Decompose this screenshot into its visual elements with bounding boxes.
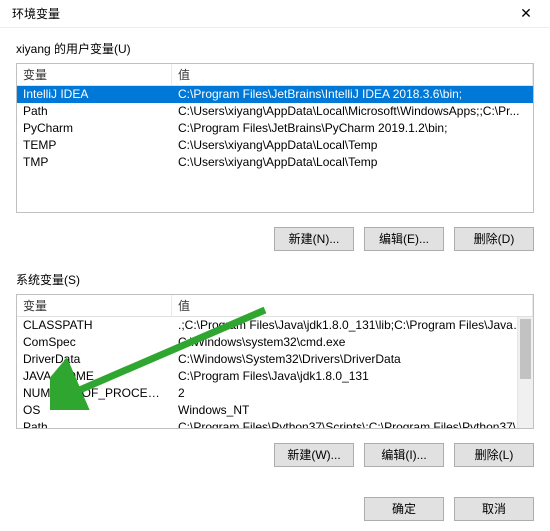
- edit-user-var-button[interactable]: 编辑(E)...: [364, 227, 444, 251]
- dialog-titlebar: 环境变量 ✕: [0, 0, 550, 28]
- var-value-cell: 2: [172, 385, 533, 402]
- column-header-value[interactable]: 值: [172, 295, 533, 316]
- var-name-cell: TEMP: [17, 137, 172, 154]
- system-variables-list[interactable]: 变量 值 CLASSPATH.;C:\Program Files\Java\jd…: [16, 294, 534, 429]
- table-row[interactable]: PyCharmC:\Program Files\JetBrains\PyChar…: [17, 120, 533, 137]
- list-header: 变量 值: [17, 295, 533, 317]
- table-row[interactable]: TMPC:\Users\xiyang\AppData\Local\Temp: [17, 154, 533, 171]
- var-name-cell: JAVA_HOME: [17, 368, 172, 385]
- var-name-cell: DriverData: [17, 351, 172, 368]
- delete-system-var-button[interactable]: 删除(L): [454, 443, 534, 467]
- user-buttons-row: 新建(N)... 编辑(E)... 删除(D): [0, 223, 550, 259]
- list-body: CLASSPATH.;C:\Program Files\Java\jdk1.8.…: [17, 317, 533, 429]
- column-header-name[interactable]: 变量: [17, 64, 172, 85]
- var-value-cell: C:\Program Files\JetBrains\IntelliJ IDEA…: [172, 86, 533, 103]
- new-system-var-button[interactable]: 新建(W)...: [274, 443, 354, 467]
- var-name-cell: Path: [17, 419, 172, 429]
- var-value-cell: C:\Users\xiyang\AppData\Local\Microsoft\…: [172, 103, 533, 120]
- new-user-var-button[interactable]: 新建(N)...: [274, 227, 354, 251]
- table-row[interactable]: PathC:\Program Files\Python37\Scripts\;C…: [17, 419, 533, 429]
- var-name-cell: NUMBER_OF_PROCESSORS: [17, 385, 172, 402]
- var-value-cell: Windows_NT: [172, 402, 533, 419]
- cancel-button[interactable]: 取消: [454, 497, 534, 521]
- user-section-label: xiyang 的用户变量(U): [16, 40, 534, 57]
- list-header: 变量 值: [17, 64, 533, 86]
- var-value-cell: C:\Program Files\JetBrains\PyCharm 2019.…: [172, 120, 533, 137]
- table-row[interactable]: OSWindows_NT: [17, 402, 533, 419]
- var-value-cell: C:\Program Files\Python37\Scripts\;C:\Pr…: [172, 419, 533, 429]
- var-value-cell: C:\Program Files\Java\jdk1.8.0_131: [172, 368, 533, 385]
- var-value-cell: C:\Windows\System32\Drivers\DriverData: [172, 351, 533, 368]
- close-icon[interactable]: ✕: [510, 5, 542, 22]
- scrollbar-thumb[interactable]: [520, 319, 531, 379]
- list-body: IntelliJ IDEAC:\Program Files\JetBrains\…: [17, 86, 533, 171]
- column-header-value[interactable]: 值: [172, 64, 533, 85]
- table-row[interactable]: JAVA_HOMEC:\Program Files\Java\jdk1.8.0_…: [17, 368, 533, 385]
- var-name-cell: OS: [17, 402, 172, 419]
- var-name-cell: Path: [17, 103, 172, 120]
- dialog-title: 环境变量: [12, 5, 60, 22]
- user-variables-list[interactable]: 变量 值 IntelliJ IDEAC:\Program Files\JetBr…: [16, 63, 534, 213]
- table-row[interactable]: PathC:\Users\xiyang\AppData\Local\Micros…: [17, 103, 533, 120]
- table-row[interactable]: TEMPC:\Users\xiyang\AppData\Local\Temp: [17, 137, 533, 154]
- table-row[interactable]: DriverDataC:\Windows\System32\Drivers\Dr…: [17, 351, 533, 368]
- var-name-cell: PyCharm: [17, 120, 172, 137]
- var-value-cell: C:\Windows\system32\cmd.exe: [172, 334, 533, 351]
- system-variables-section: 系统变量(S) 变量 值 CLASSPATH.;C:\Program Files…: [0, 259, 550, 439]
- table-row[interactable]: NUMBER_OF_PROCESSORS2: [17, 385, 533, 402]
- var-value-cell: .;C:\Program Files\Java\jdk1.8.0_131\lib…: [172, 317, 533, 334]
- table-row[interactable]: IntelliJ IDEAC:\Program Files\JetBrains\…: [17, 86, 533, 103]
- var-name-cell: TMP: [17, 154, 172, 171]
- var-name-cell: ComSpec: [17, 334, 172, 351]
- table-row[interactable]: CLASSPATH.;C:\Program Files\Java\jdk1.8.…: [17, 317, 533, 334]
- system-section-label: 系统变量(S): [16, 271, 534, 288]
- table-row[interactable]: ComSpecC:\Windows\system32\cmd.exe: [17, 334, 533, 351]
- dialog-buttons: 确定 取消: [364, 497, 534, 521]
- var-value-cell: C:\Users\xiyang\AppData\Local\Temp: [172, 137, 533, 154]
- delete-user-var-button[interactable]: 删除(D): [454, 227, 534, 251]
- column-header-name[interactable]: 变量: [17, 295, 172, 316]
- var-value-cell: C:\Users\xiyang\AppData\Local\Temp: [172, 154, 533, 171]
- var-name-cell: CLASSPATH: [17, 317, 172, 334]
- var-name-cell: IntelliJ IDEA: [17, 86, 172, 103]
- ok-button[interactable]: 确定: [364, 497, 444, 521]
- edit-system-var-button[interactable]: 编辑(I)...: [364, 443, 444, 467]
- system-buttons-row: 新建(W)... 编辑(I)... 删除(L): [0, 439, 550, 475]
- scrollbar[interactable]: [517, 317, 533, 428]
- user-variables-section: xiyang 的用户变量(U) 变量 值 IntelliJ IDEAC:\Pro…: [0, 28, 550, 223]
